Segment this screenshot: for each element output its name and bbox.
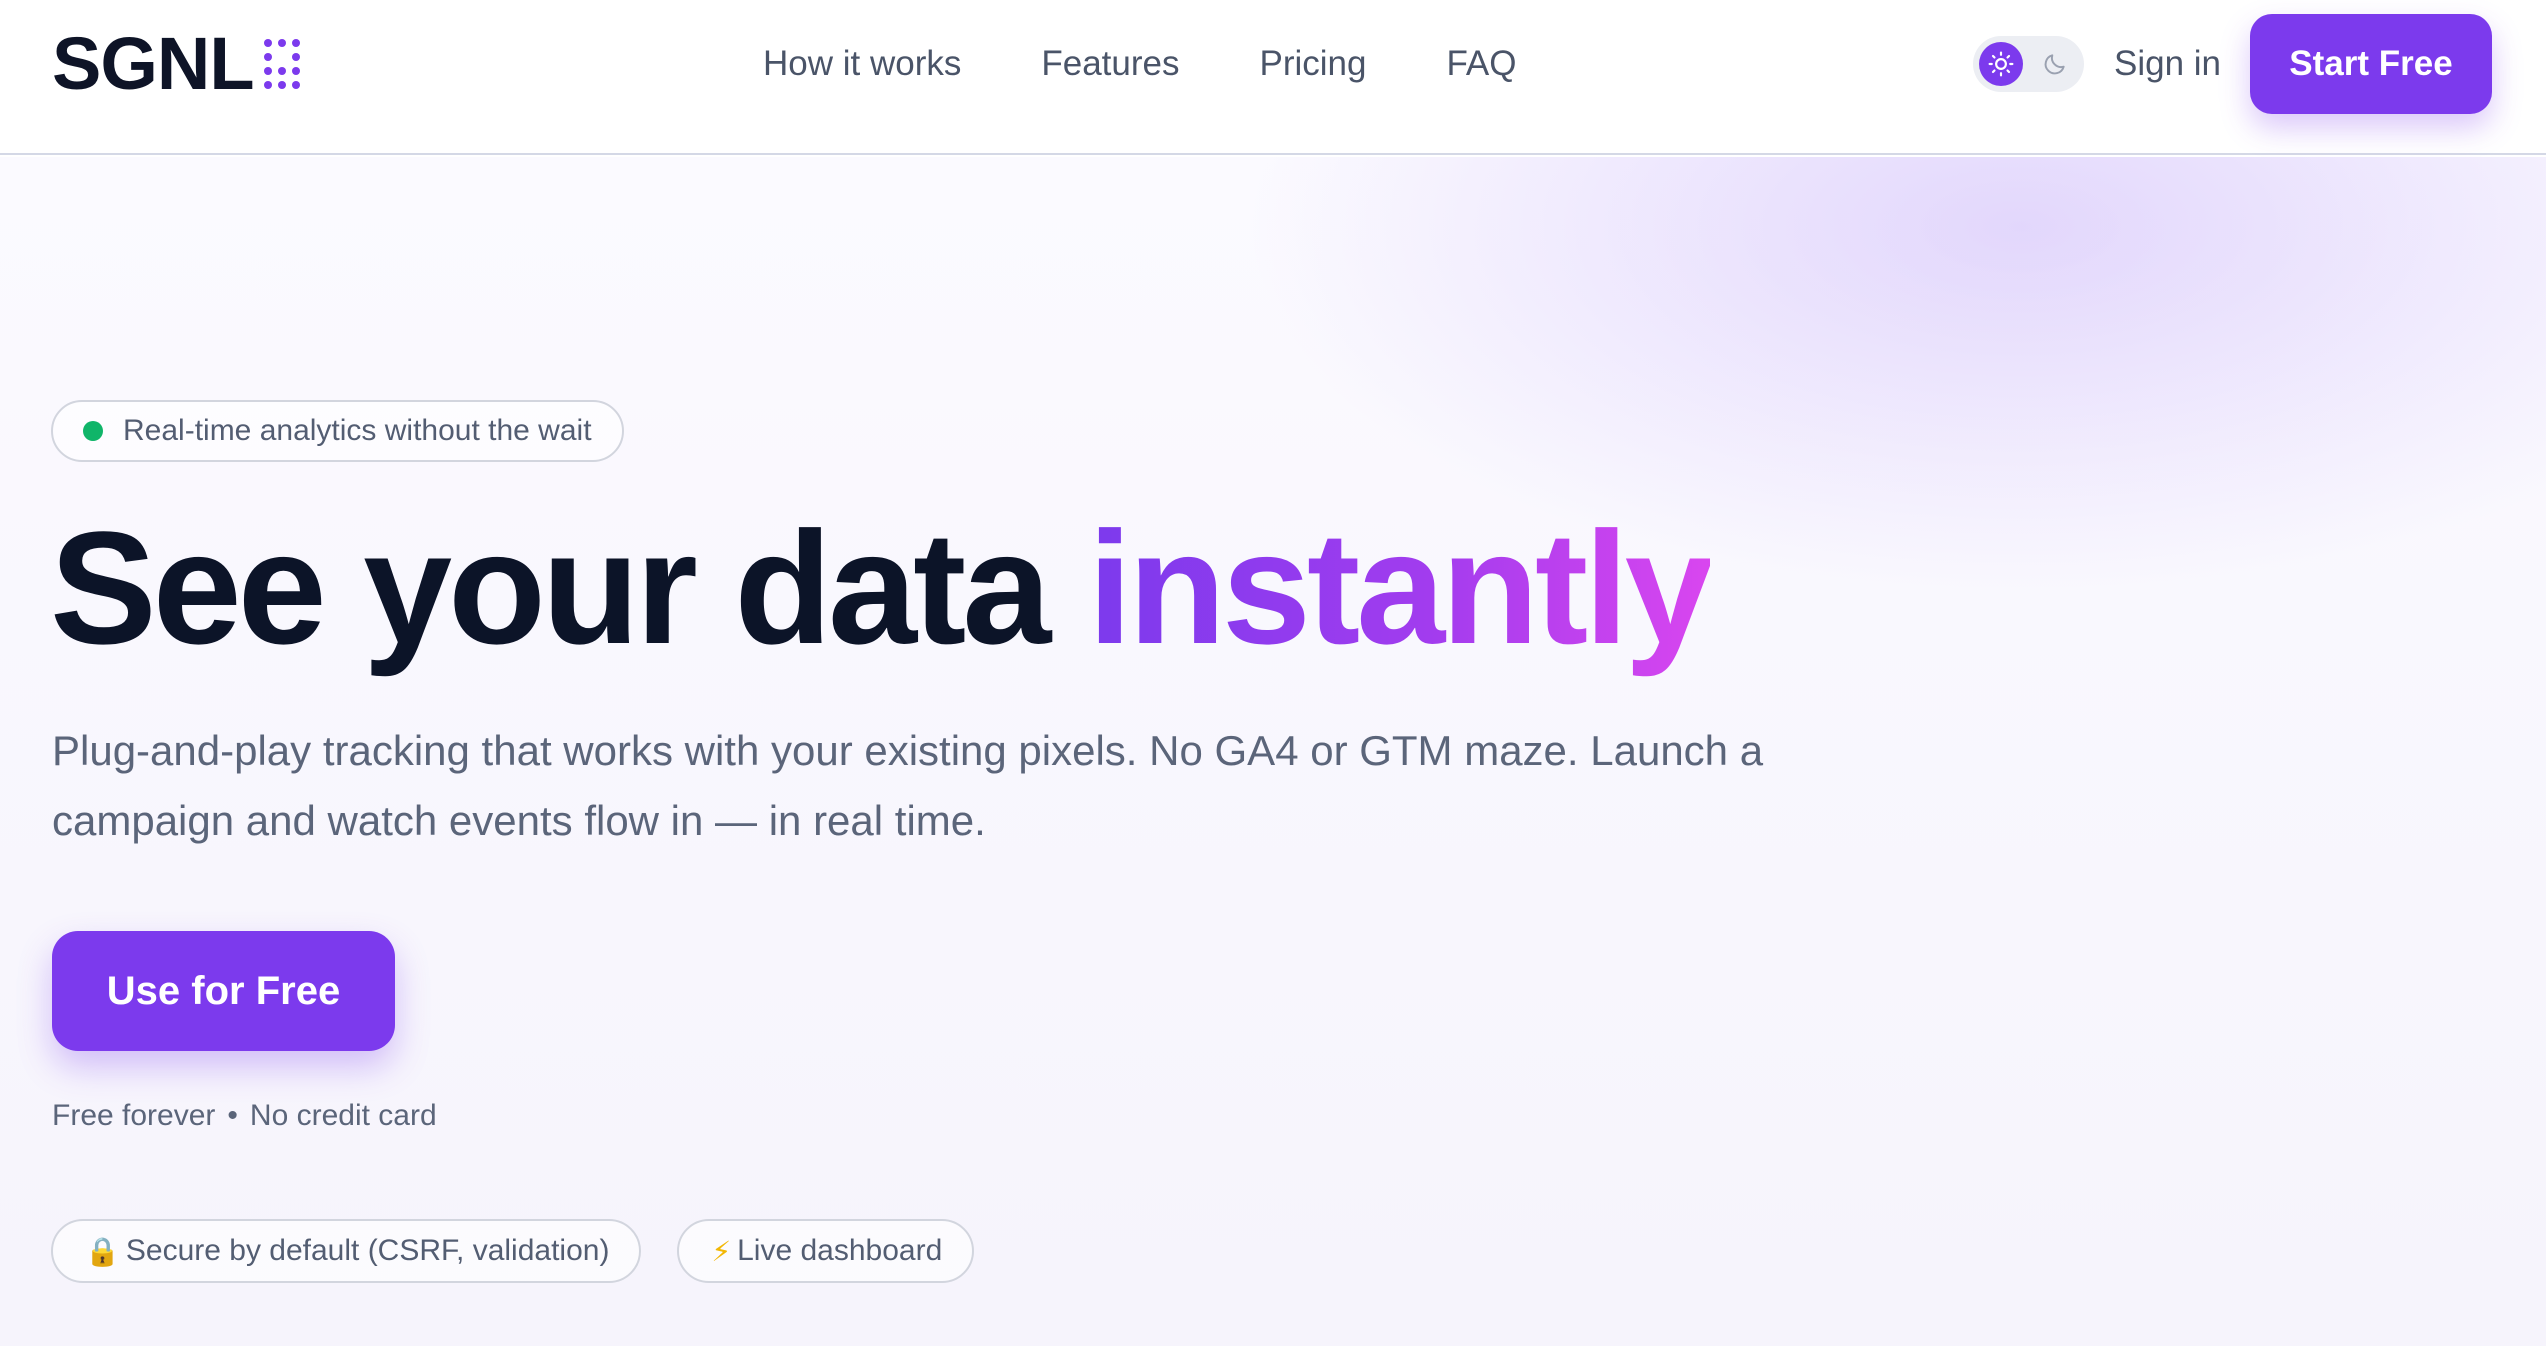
chip-secure: 🔒 Secure by default (CSRF, validation)	[51, 1219, 642, 1283]
sign-in-link[interactable]: Sign in	[2114, 36, 2221, 92]
cta-note-no-credit-card: No credit card	[249, 1099, 437, 1132]
realtime-badge: Real-time analytics without the wait	[51, 400, 624, 462]
main-nav: How it works Features Pricing FAQ	[763, 36, 1517, 92]
hero-headline: See your data instantly	[50, 508, 1714, 668]
sun-icon[interactable]	[1979, 42, 2023, 86]
site-header: SGNL How it works Features Pricing FAQ S…	[0, 0, 2546, 155]
cta-note-free-forever: Free forever	[52, 1099, 216, 1132]
logo-mark-icon	[263, 39, 300, 89]
theme-toggle[interactable]	[1973, 36, 2084, 92]
lock-icon: 🔒	[85, 1235, 120, 1267]
logo[interactable]: SGNL	[52, 26, 300, 102]
nav-features[interactable]: Features	[1041, 44, 1179, 84]
use-for-free-button[interactable]: Use for Free	[52, 931, 395, 1051]
start-free-button[interactable]: Start Free	[2250, 14, 2492, 114]
chip-live-dashboard-label: Live dashboard	[737, 1234, 943, 1267]
hero-subtext: Plug-and-play tracking that works with y…	[52, 727, 1764, 844]
moon-icon[interactable]	[2033, 42, 2077, 86]
feature-chips: 🔒 Secure by default (CSRF, validation) ⚡…	[51, 1219, 1010, 1283]
headline-main: See your data	[50, 498, 1088, 677]
chip-live-dashboard: ⚡ Live dashboard	[677, 1219, 975, 1283]
logo-text: SGNL	[52, 22, 255, 105]
nav-faq[interactable]: FAQ	[1446, 44, 1516, 84]
nav-pricing[interactable]: Pricing	[1260, 44, 1367, 84]
badge-text: Real-time analytics without the wait	[123, 414, 592, 447]
chip-secure-label: Secure by default (CSRF, validation)	[125, 1234, 610, 1267]
cta-note-separator: •	[227, 1099, 238, 1132]
status-dot-icon	[83, 421, 103, 441]
cta-note: Free forever • No credit card	[52, 1096, 437, 1136]
nav-how-it-works[interactable]: How it works	[763, 44, 961, 84]
lightning-icon: ⚡	[711, 1235, 732, 1267]
headline-accent: instantly	[1087, 498, 1714, 677]
